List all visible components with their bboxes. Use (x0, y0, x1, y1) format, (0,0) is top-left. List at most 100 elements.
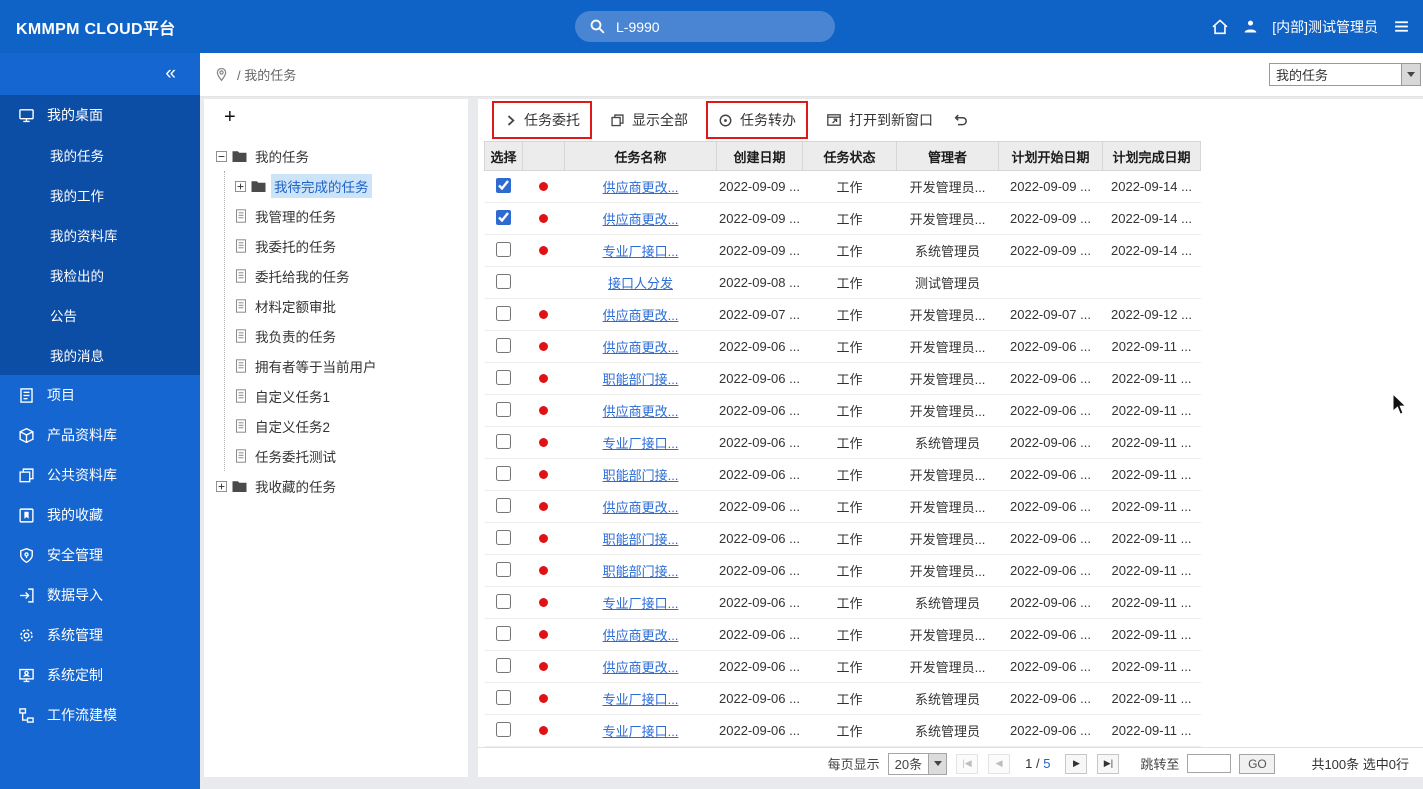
task-name-link[interactable]: 专业厂接口... (603, 724, 679, 739)
sidebar-subitem[interactable]: 公告 (0, 295, 200, 335)
task-name-link[interactable]: 供应商更改... (603, 180, 679, 195)
prev-page-button[interactable]: ◀ (988, 754, 1010, 774)
add-node-button[interactable]: + (224, 106, 236, 129)
sidebar-item-project[interactable]: 项目 (0, 375, 200, 415)
sidebar-item-label: 产品资料库 (47, 425, 117, 445)
row-checkbox[interactable] (496, 178, 511, 193)
sidebar-subitem-label: 我的消息 (50, 345, 104, 365)
task-name-link[interactable]: 供应商更改... (603, 308, 679, 323)
current-user-label[interactable]: [内部]测试管理员 (1272, 17, 1378, 37)
tree-node[interactable]: 我管理的任务 (235, 201, 464, 231)
plus-box-icon[interactable] (216, 481, 227, 492)
minus-box-icon[interactable] (216, 151, 227, 162)
task-name-link[interactable]: 供应商更改... (603, 212, 679, 227)
row-checkbox[interactable] (496, 594, 511, 609)
status-dot (539, 310, 548, 319)
sidebar-item-product-library[interactable]: 产品资料库 (0, 415, 200, 455)
task-name-link[interactable]: 供应商更改... (603, 500, 679, 515)
sidebar-item-favorites[interactable]: 我的收藏 (0, 495, 200, 535)
tree-node[interactable]: 材料定额审批 (235, 291, 464, 321)
row-checkbox[interactable] (496, 530, 511, 545)
row-checkbox[interactable] (496, 210, 511, 225)
table-row: 职能部门接...2022-09-06 ...工作开发管理员...2022-09-… (485, 555, 1201, 587)
row-checkbox[interactable] (496, 722, 511, 737)
task-name-link[interactable]: 职能部门接... (603, 564, 679, 579)
row-checkbox[interactable] (496, 562, 511, 577)
sidebar-item-desktop[interactable]: 我的桌面 (0, 95, 200, 135)
sidebar-item-system-manage[interactable]: 系统管理 (0, 615, 200, 655)
tree-node[interactable]: 拥有者等于当前用户 (235, 351, 464, 381)
per-page-select[interactable]: 20条 (888, 753, 947, 775)
row-checkbox[interactable] (496, 402, 511, 417)
jump-page-input[interactable] (1187, 754, 1231, 773)
menu-icon[interactable] (1392, 18, 1411, 35)
task-name-link[interactable]: 专业厂接口... (603, 436, 679, 451)
task-name-link[interactable]: 专业厂接口... (603, 596, 679, 611)
column-header: 任务名称 (565, 142, 717, 171)
task-name-link[interactable]: 接口人分发 (608, 276, 673, 291)
sidebar-item-public-library[interactable]: 公共资料库 (0, 455, 200, 495)
sidebar-item-workflow[interactable]: 工作流建模 (0, 695, 200, 735)
last-page-button[interactable]: ▶| (1097, 754, 1119, 774)
tree-node[interactable]: 任务委托测试 (235, 441, 464, 471)
tree-node[interactable]: 自定义任务2 (235, 411, 464, 441)
task-name-link[interactable]: 供应商更改... (603, 404, 679, 419)
sidebar-subitem[interactable]: 我的工作 (0, 175, 200, 215)
row-checkbox[interactable] (496, 338, 511, 353)
row-checkbox[interactable] (496, 498, 511, 513)
go-button[interactable]: GO (1239, 754, 1275, 774)
row-checkbox[interactable] (496, 658, 511, 673)
row-checkbox[interactable] (496, 306, 511, 321)
tree-node[interactable]: 我负责的任务 (235, 321, 464, 351)
sidebar-items: 项目产品资料库公共资料库我的收藏安全管理数据导入系统管理系统定制工作流建模 (0, 375, 200, 735)
row-checkbox[interactable] (496, 690, 511, 705)
tree-node[interactable]: 我委托的任务 (235, 231, 464, 261)
row-checkbox[interactable] (496, 274, 511, 289)
row-checkbox[interactable] (496, 370, 511, 385)
next-page-button[interactable]: ▶ (1065, 754, 1087, 774)
cell-status-dot (523, 235, 565, 267)
task-name-link[interactable]: 职能部门接... (603, 468, 679, 483)
row-checkbox[interactable] (496, 466, 511, 481)
user-icon[interactable] (1243, 19, 1258, 34)
toolbar-button-circle-dot[interactable]: 任务转办 (706, 101, 808, 139)
sidebar-item-security[interactable]: 安全管理 (0, 535, 200, 575)
tree-root-favorite-tasks[interactable]: 我收藏的任务 (216, 471, 464, 501)
task-name-link[interactable]: 职能部门接... (603, 372, 679, 387)
task-name-link[interactable]: 供应商更改... (603, 340, 679, 355)
row-checkbox[interactable] (496, 626, 511, 641)
toolbar-button-copy[interactable]: 显示全部 (608, 108, 690, 132)
task-name-link[interactable]: 专业厂接口... (603, 692, 679, 707)
toolbar-button-chevron-right[interactable]: 任务委托 (492, 101, 592, 139)
task-name-link[interactable]: 供应商更改... (603, 628, 679, 643)
tree-root-my-tasks[interactable]: 我的任务 (216, 141, 464, 171)
toolbar-button-open-window[interactable]: 打开到新窗口 (824, 108, 935, 132)
task-name-link[interactable]: 职能部门接... (603, 532, 679, 547)
plus-box-icon[interactable] (235, 181, 246, 192)
sidebar-item-data-import[interactable]: 数据导入 (0, 575, 200, 615)
row-checkbox[interactable] (496, 242, 511, 257)
sidebar-subitem[interactable]: 我的消息 (0, 335, 200, 375)
cell-manager: 开发管理员... (897, 491, 999, 523)
task-name-link[interactable]: 供应商更改... (603, 660, 679, 675)
tree-node[interactable]: 我待完成的任务 (235, 171, 464, 201)
row-checkbox[interactable] (496, 434, 511, 449)
task-name-link[interactable]: 专业厂接口... (603, 244, 679, 259)
cell-select (485, 427, 523, 459)
sidebar-subitem[interactable]: 我的任务 (0, 135, 200, 175)
tree-node[interactable]: 自定义任务1 (235, 381, 464, 411)
view-selector-dropdown-button[interactable] (1401, 64, 1420, 85)
sidebar-item-system-custom[interactable]: 系统定制 (0, 655, 200, 695)
toolbar-button-undo[interactable] (951, 111, 970, 130)
sidebar-subitem[interactable]: 我的资料库 (0, 215, 200, 255)
sidebar-collapse-button[interactable]: « (0, 53, 200, 95)
per-page-value: 20条 (889, 754, 928, 774)
view-selector[interactable]: 我的任务 (1269, 63, 1421, 86)
home-icon[interactable] (1211, 18, 1229, 36)
per-page-dropdown-button[interactable] (928, 754, 946, 774)
first-page-button[interactable]: |◀ (956, 754, 978, 774)
sidebar-subitem[interactable]: 我检出的 (0, 255, 200, 295)
tree-node[interactable]: 委托给我的任务 (235, 261, 464, 291)
cell-plan-end-date: 2022-09-11 ... (1103, 459, 1201, 491)
global-search-input[interactable]: L-9990 (575, 11, 835, 42)
